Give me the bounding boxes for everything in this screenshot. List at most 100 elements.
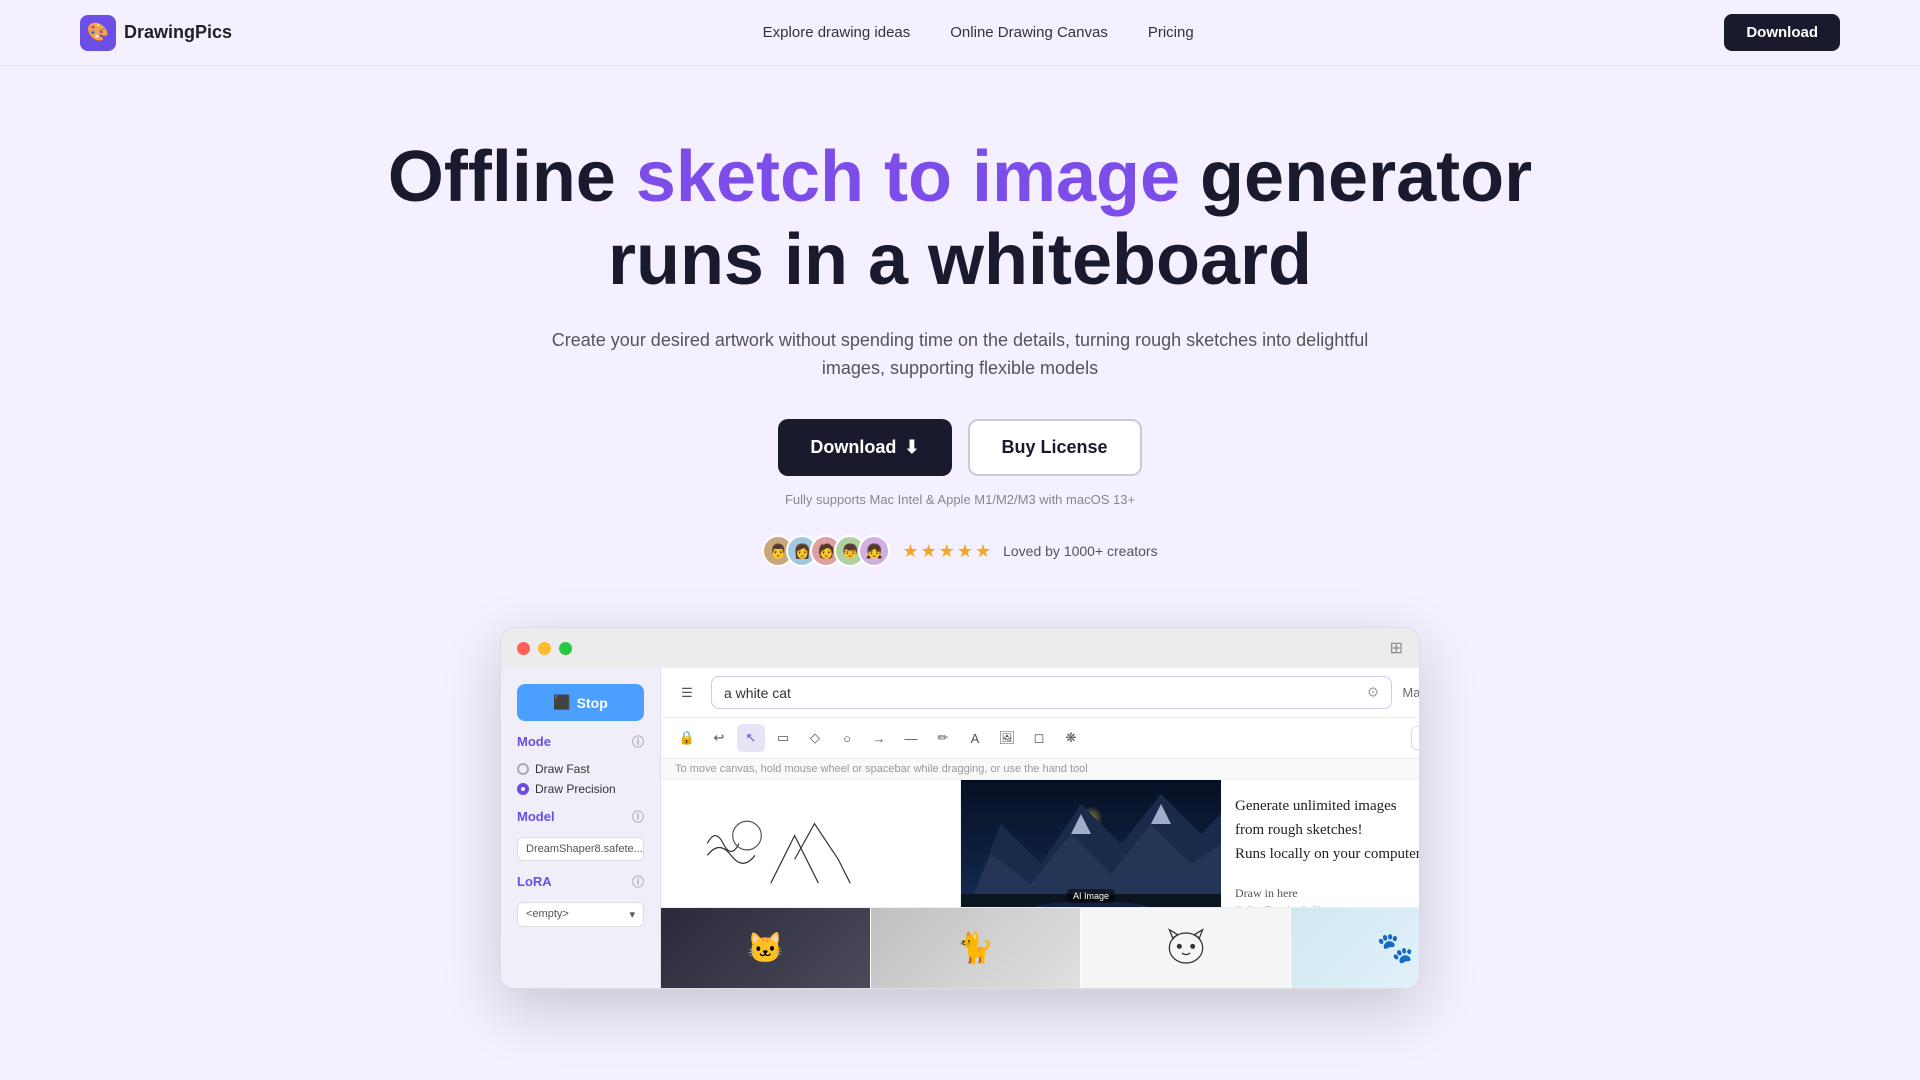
- hero-download-button[interactable]: Download ⬇: [778, 419, 951, 476]
- lock-tool-btn[interactable]: 🔒: [673, 724, 701, 752]
- model-info-icon[interactable]: ⓘ: [632, 808, 644, 825]
- prompt-bar: ☰ ⚙ Manual: [661, 668, 1420, 718]
- prompt-input[interactable]: [724, 685, 1367, 701]
- window-close-btn[interactable]: [517, 642, 530, 655]
- canvas-right-panel: Generate unlimited images from rough ske…: [1221, 780, 1420, 907]
- lora-info-icon[interactable]: ⓘ: [632, 873, 644, 890]
- star-2: ★: [921, 541, 937, 562]
- hero-section: Offline sketch to image generator runs i…: [0, 66, 1920, 607]
- lora-label: LoRA: [517, 874, 552, 889]
- arrow-tool-btn[interactable]: →: [865, 724, 893, 752]
- model-dropdown[interactable]: DreamShaper8.safete...: [517, 837, 644, 861]
- hero-title-line2: runs in a whiteboard: [608, 220, 1312, 300]
- draw-fast-radio[interactable]: [517, 763, 529, 775]
- thumbnail-4[interactable]: 🐾: [1291, 908, 1420, 988]
- mode-radio-group: Draw Fast Draw Precision: [517, 762, 644, 796]
- social-proof: 👨 👩 🧑 👦 👧 ★ ★ ★ ★ ★ Loved by 1000+ creat…: [20, 535, 1900, 567]
- rect-tool-btn[interactable]: ▭: [769, 724, 797, 752]
- app-mockup-window: ⊞ ⬛ Stop Mode ⓘ Draw Fast: [500, 627, 1420, 989]
- loved-label: Loved by 1000+ creators: [1003, 543, 1158, 559]
- undo-tool-btn[interactable]: ↩: [705, 724, 733, 752]
- image-tool-btn[interactable]: 🖼: [993, 724, 1021, 752]
- thumbnail-2[interactable]: 🐈: [871, 908, 1081, 988]
- star-4: ★: [957, 541, 973, 562]
- lora-value: <empty>: [526, 908, 569, 920]
- handwritten-line1: Generate unlimited images: [1235, 794, 1420, 818]
- menu-button[interactable]: ☰: [673, 679, 701, 707]
- eraser-tool-btn[interactable]: ◻: [1025, 724, 1053, 752]
- window-maximize-btn[interactable]: [559, 642, 572, 655]
- line-tool-btn[interactable]: —: [897, 724, 925, 752]
- manual-label: Manual: [1402, 685, 1420, 700]
- hero-title-sketch: sketch to image: [636, 137, 1180, 217]
- draw-fast-option[interactable]: Draw Fast: [517, 762, 644, 776]
- hero-download-label: Download: [810, 437, 896, 458]
- canvas-handwritten-text: Generate unlimited images from rough ske…: [1235, 794, 1420, 866]
- avatar-5: 👧: [858, 535, 890, 567]
- hero-title: Offline sketch to image generator runs i…: [20, 136, 1900, 302]
- user-avatars: 👨 👩 🧑 👦 👧: [762, 535, 890, 567]
- mountain-landscape-svg: [961, 780, 1221, 907]
- star-rating: ★ ★ ★ ★ ★: [902, 541, 991, 562]
- thumbnail-3[interactable]: [1081, 908, 1291, 988]
- app-sidebar: ⬛ Stop Mode ⓘ Draw Fast Draw Precision: [501, 668, 661, 988]
- window-titlebar: ⊞: [501, 628, 1419, 668]
- nav-link-pricing[interactable]: Pricing: [1148, 24, 1194, 41]
- canvas-sketch-area[interactable]: [661, 780, 961, 907]
- download-icon: ⬇: [904, 437, 919, 458]
- canvas-hint-bar: To move canvas, hold mouse wheel or spac…: [661, 759, 1420, 780]
- model-section-label: Model ⓘ: [517, 808, 644, 825]
- hint-text: To move canvas, hold mouse wheel or spac…: [675, 763, 1088, 775]
- lora-dropdown[interactable]: <empty> ▾: [517, 902, 644, 927]
- hero-support-text: Fully supports Mac Intel & Apple M1/M2/M…: [20, 492, 1900, 507]
- model-label: Model: [517, 809, 555, 824]
- window-layout-icon[interactable]: ⊞: [1390, 638, 1403, 658]
- pen-tool-btn[interactable]: ✏: [929, 724, 957, 752]
- draw-precision-radio[interactable]: [517, 783, 529, 795]
- star-3: ★: [939, 541, 955, 562]
- canvas-toolbar: 🔒 ↩ ↖ ▭ ◇ ○ → — ✏ A 🖼 ◻ ❋: [661, 718, 1420, 759]
- nav-links: Explore drawing ideas Online Drawing Can…: [763, 24, 1194, 41]
- generated-image: AI Image: [961, 780, 1221, 907]
- library-button[interactable]: 📚 Library: [1411, 726, 1420, 750]
- nav-download-button[interactable]: Download: [1724, 14, 1840, 51]
- window-minimize-btn[interactable]: [538, 642, 551, 655]
- mode-section-label: Mode ⓘ: [517, 733, 644, 750]
- text-tool-btn[interactable]: A: [961, 724, 989, 752]
- mode-info-icon[interactable]: ⓘ: [632, 733, 644, 750]
- mode-label: Mode: [517, 734, 551, 749]
- draw-precision-option[interactable]: Draw Precision: [517, 782, 644, 796]
- manual-toggle-group: Manual: [1402, 683, 1420, 703]
- thumbnail-1[interactable]: 🐱: [661, 908, 871, 988]
- diamond-tool-btn[interactable]: ◇: [801, 724, 829, 752]
- online-drawing-label: Online Drawing In Here: [1235, 905, 1420, 907]
- brand-logo[interactable]: 🎨 DrawingPics: [80, 15, 232, 51]
- hero-buy-license-button[interactable]: Buy License: [968, 419, 1142, 476]
- nav-link-canvas[interactable]: Online Drawing Canvas: [950, 24, 1108, 41]
- star-5: ★: [975, 541, 991, 562]
- logo-icon: 🎨: [80, 15, 116, 51]
- brand-name: DrawingPics: [124, 22, 232, 43]
- app-content: ⬛ Stop Mode ⓘ Draw Fast Draw Precision: [501, 668, 1419, 988]
- select-tool-btn[interactable]: ↖: [737, 724, 765, 752]
- sketch-svg: [661, 780, 960, 907]
- stop-button[interactable]: ⬛ Stop: [517, 684, 644, 721]
- draw-fast-label: Draw Fast: [535, 762, 590, 776]
- handwritten-line2: from rough sketches!: [1235, 818, 1420, 842]
- hero-subtitle: Create your desired artwork without spen…: [550, 326, 1370, 384]
- prompt-settings-icon[interactable]: ⚙: [1367, 684, 1380, 701]
- stop-label: Stop: [577, 695, 608, 711]
- circle-tool-btn[interactable]: ○: [833, 724, 861, 752]
- ai-image-tag: AI Image: [1067, 889, 1115, 903]
- canvas-main[interactable]: AI Image Generate unlimited images from …: [661, 780, 1420, 907]
- stop-icon: ⬛: [553, 694, 570, 711]
- hero-title-generator: generator: [1180, 137, 1532, 217]
- hero-title-offline: Offline: [388, 137, 636, 217]
- prompt-input-wrapper: ⚙: [711, 676, 1392, 709]
- frame-tool-btn[interactable]: ❋: [1057, 724, 1085, 752]
- star-1: ★: [902, 541, 918, 562]
- handwritten-line3: Runs locally on your computer!: [1235, 842, 1420, 866]
- lora-chevron-icon: ▾: [629, 908, 635, 921]
- nav-link-explore[interactable]: Explore drawing ideas: [763, 24, 911, 41]
- canvas-image-result: AI Image: [961, 780, 1221, 907]
